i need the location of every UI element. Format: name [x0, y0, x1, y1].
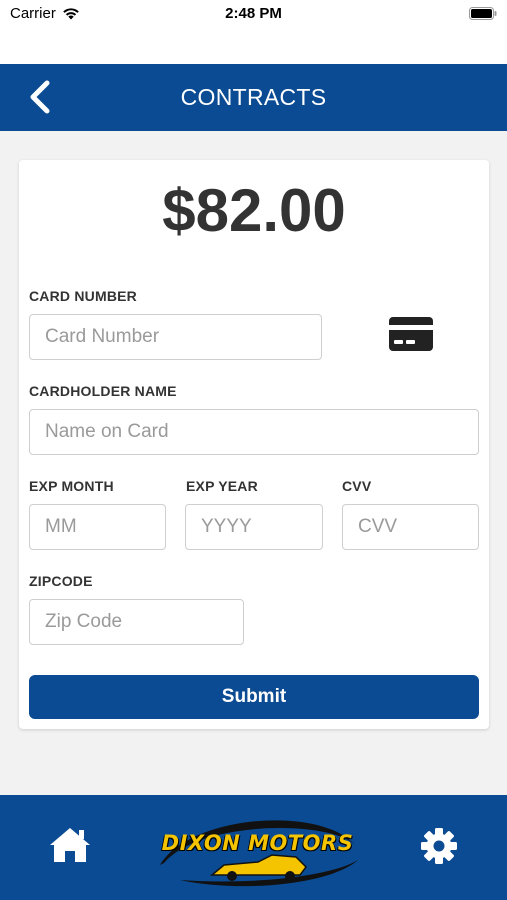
exp-year-label: EXP YEAR [186, 478, 258, 494]
logo-text: DIXON MOTORS [161, 831, 354, 855]
bottom-bar: DIXON MOTORS [0, 795, 507, 900]
exp-year-input[interactable] [185, 504, 323, 550]
cardholder-name-label: CARDHOLDER NAME [29, 383, 177, 399]
zipcode-input[interactable] [29, 599, 244, 645]
dixon-motors-logo: DIXON MOTORS [150, 805, 365, 895]
payment-amount: $82.00 [162, 177, 346, 244]
credit-card-icon [389, 317, 433, 351]
settings-button[interactable] [419, 826, 459, 866]
exp-month-input[interactable] [29, 504, 166, 550]
status-time: 2:48 PM [225, 5, 282, 22]
card-number-input[interactable] [29, 314, 322, 360]
status-bar: Carrier 2:48 PM [0, 0, 507, 64]
home-button[interactable] [48, 825, 92, 865]
card-number-label: CARD NUMBER [29, 288, 137, 304]
zipcode-label: ZIPCODE [29, 573, 93, 589]
home-icon [50, 828, 90, 862]
exp-month-label: EXP MONTH [29, 478, 114, 494]
submit-button[interactable]: Submit [29, 675, 479, 719]
navbar: CONTRACTS [0, 64, 507, 131]
gear-icon [421, 828, 457, 864]
page-title: CONTRACTS [180, 84, 327, 110]
payment-card: $82.00 CARD NUMBER CARDHOLDER NAME EXP M… [19, 160, 489, 729]
cvv-input[interactable] [342, 504, 479, 550]
battery-icon [469, 7, 497, 20]
cvv-label: CVV [342, 478, 372, 494]
cardholder-name-input[interactable] [29, 409, 479, 455]
